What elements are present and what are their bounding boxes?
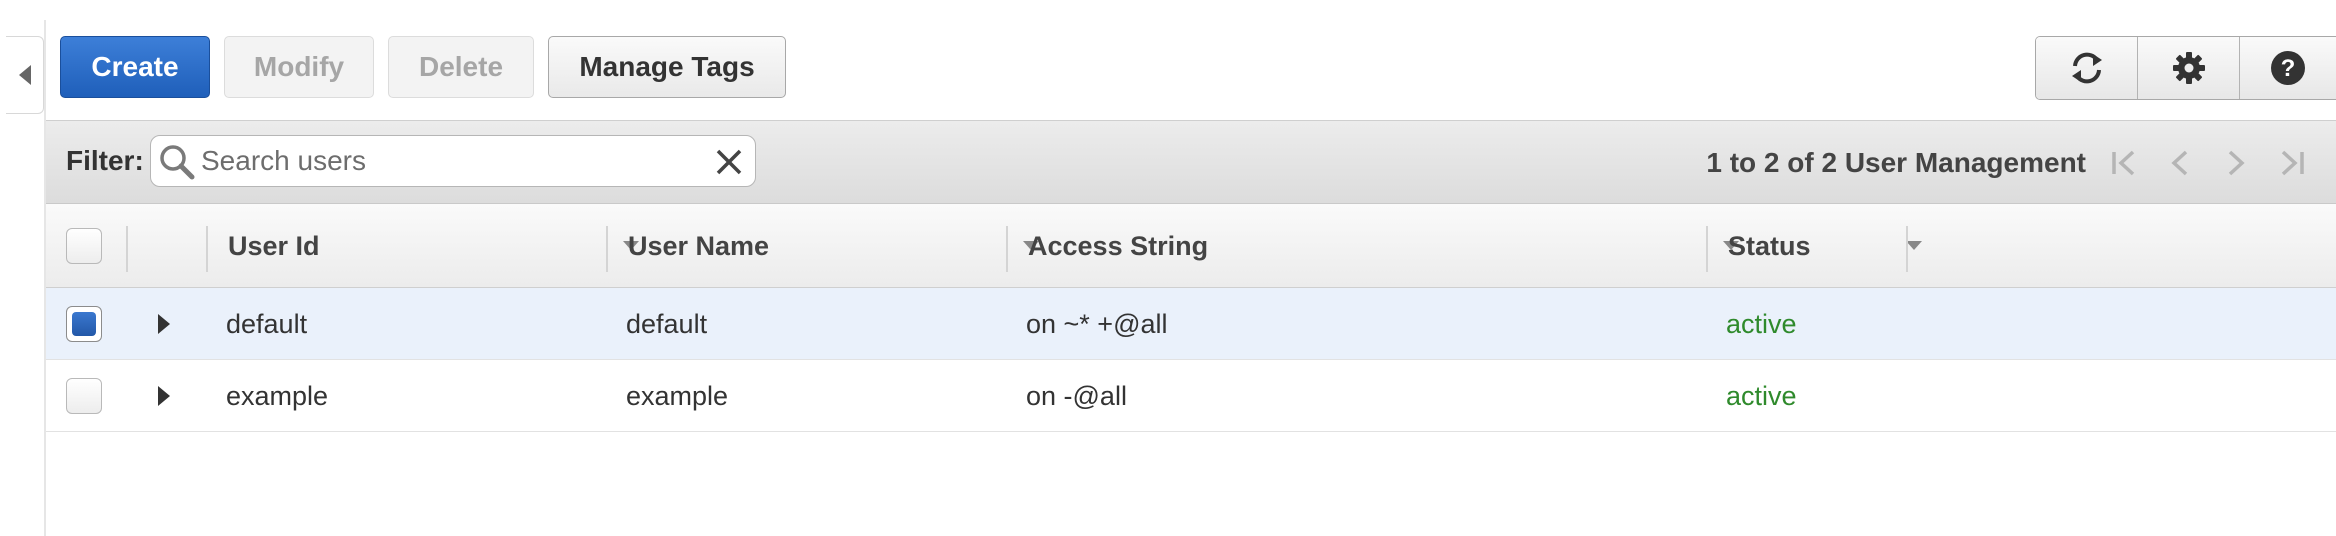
- filter-label: Filter:: [66, 145, 144, 176]
- column-header-label: Access String: [1028, 230, 1209, 261]
- svg-text:?: ?: [2281, 55, 2296, 82]
- clear-search-icon[interactable]: [713, 146, 745, 178]
- column-divider: [606, 226, 608, 272]
- column-divider: [1906, 226, 1908, 272]
- previous-page-button[interactable]: [2152, 141, 2208, 185]
- cell-user-name: default: [626, 308, 708, 339]
- search-icon: [160, 145, 195, 180]
- cell-user-name: example: [626, 380, 729, 411]
- cell-user-id: default: [226, 308, 308, 339]
- column-header-user-name[interactable]: User Name: [628, 204, 1048, 288]
- cell-user-id: example: [226, 380, 329, 411]
- cell-access-string: on ~* +@all: [1026, 308, 1168, 339]
- refresh-icon: [2071, 52, 2102, 84]
- previous-page-icon: [2171, 150, 2188, 176]
- table-header: User Id User Name Access String Status: [46, 204, 2336, 288]
- user-management-page: Create Modify Delete Manage Tags ? Filte…: [0, 0, 2336, 536]
- expand-row-icon[interactable]: [158, 386, 170, 406]
- table-row[interactable]: default default on ~* +@all active: [46, 288, 2336, 360]
- search-box[interactable]: [150, 135, 756, 187]
- toolbar-icon-group: ?: [2035, 36, 2336, 100]
- first-page-icon: [2112, 150, 2135, 176]
- gear-icon: [2172, 52, 2205, 84]
- expand-row-icon[interactable]: [158, 314, 170, 334]
- create-button[interactable]: Create: [60, 36, 210, 98]
- first-page-button[interactable]: [2096, 141, 2152, 185]
- column-header-status[interactable]: Status: [1728, 204, 1928, 288]
- next-page-button[interactable]: [2208, 141, 2264, 185]
- sort-caret-icon: [1906, 241, 1922, 250]
- column-divider: [1006, 226, 1008, 272]
- next-page-icon: [2228, 150, 2245, 176]
- column-divider: [1706, 226, 1708, 272]
- toolbar: Create Modify Delete Manage Tags ?: [46, 0, 2336, 120]
- column-divider: [206, 226, 208, 272]
- last-page-icon: [2281, 150, 2304, 176]
- column-header-label: User Id: [228, 230, 320, 261]
- table-row[interactable]: example example on -@all active: [46, 360, 2336, 432]
- pagination-summary: 1 to 2 of 2 User Management: [1706, 147, 2086, 178]
- settings-button[interactable]: [2138, 37, 2240, 99]
- cell-access-string: on -@all: [1026, 380, 1127, 411]
- row-checkbox[interactable]: [66, 378, 102, 414]
- status-badge: active: [1726, 308, 1797, 339]
- column-divider: [126, 226, 128, 272]
- column-header-user-id[interactable]: User Id: [228, 204, 648, 288]
- column-header-label: Status: [1728, 230, 1811, 261]
- pagination: 1 to 2 of 2 User Management: [1706, 141, 2320, 185]
- column-header-label: User Name: [628, 230, 770, 261]
- modify-button[interactable]: Modify: [224, 36, 374, 98]
- row-checkbox[interactable]: [66, 306, 102, 342]
- status-badge: active: [1726, 380, 1797, 411]
- caret-left-icon: [18, 65, 31, 85]
- search-input[interactable]: [201, 140, 701, 182]
- manage-tags-button[interactable]: Manage Tags: [548, 36, 786, 98]
- collapse-panel-toggle[interactable]: [6, 36, 44, 114]
- column-header-access-string[interactable]: Access String: [1028, 204, 1748, 288]
- filter-bar: Filter: 1 to 2 of 2 User Management: [46, 120, 2336, 204]
- select-all-checkbox[interactable]: [66, 228, 102, 264]
- users-table: User Id User Name Access String Status d…: [46, 204, 2336, 432]
- checkbox-check-fill: [72, 312, 96, 336]
- refresh-button[interactable]: [2036, 37, 2138, 99]
- last-page-button[interactable]: [2264, 141, 2320, 185]
- delete-button[interactable]: Delete: [388, 36, 534, 98]
- help-button[interactable]: ?: [2240, 37, 2336, 99]
- help-icon: ?: [2271, 51, 2305, 85]
